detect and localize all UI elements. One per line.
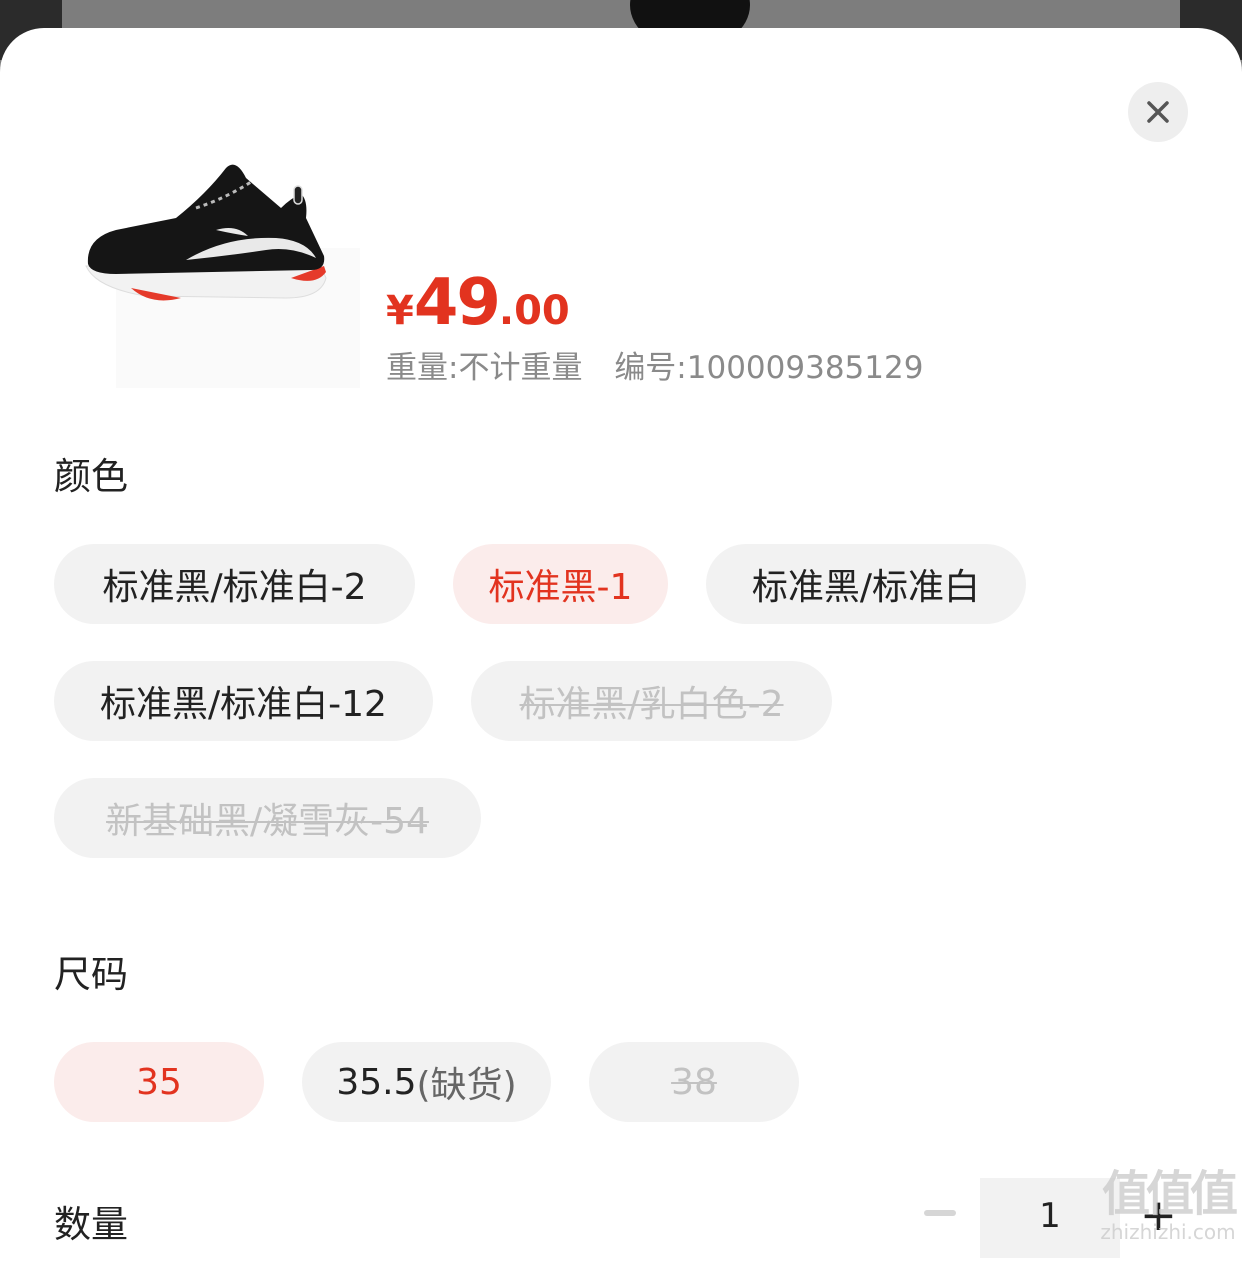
- price-integer: 49: [413, 266, 501, 340]
- color-option[interactable]: 标准黑/标准白-2: [54, 544, 415, 624]
- product-weight: 重量:不计重量: [386, 350, 583, 386]
- minus-icon[interactable]: [924, 1210, 956, 1216]
- watermark-url: zhizhizhi.com: [1100, 1220, 1236, 1244]
- watermark-logo: 值值值: [1101, 1166, 1238, 1222]
- close-icon: [1147, 101, 1169, 123]
- price-decimal: .00: [498, 288, 570, 334]
- size-option-disabled: 38: [589, 1042, 799, 1122]
- product-meta: 重量:不计重量 编号:100009385129: [386, 342, 923, 387]
- size-option[interactable]: 35.5 (缺货): [302, 1042, 551, 1122]
- color-option-disabled: 标准黑/乳白色-2: [471, 661, 832, 741]
- product-thumbnail[interactable]: [76, 138, 360, 388]
- color-option[interactable]: 标准黑/标准白: [706, 544, 1026, 624]
- watermark: 值值值 zhizhizhi.com: [1094, 1170, 1242, 1244]
- size-section-title: 尺码: [54, 953, 128, 996]
- price-currency: ¥: [386, 288, 414, 334]
- quantity-section-title: 数量: [54, 1203, 128, 1246]
- product-sku: 编号:100009385129: [614, 350, 924, 386]
- color-option-selected[interactable]: 标准黑-1: [453, 544, 668, 624]
- close-button[interactable]: [1128, 82, 1188, 142]
- size-option-label: 35.5: [336, 1061, 417, 1103]
- color-option[interactable]: 标准黑/标准白-12: [54, 661, 433, 741]
- product-price: ¥ 49 .00: [386, 266, 570, 340]
- size-option-stock-note: (缺货): [416, 1065, 517, 1106]
- color-option-disabled: 新基础黑/凝雪灰-54: [54, 778, 481, 858]
- size-option-selected[interactable]: 35: [54, 1042, 264, 1122]
- sku-selector-sheet: ¥ 49 .00 重量:不计重量 编号:100009385129 颜色 标准黑/…: [0, 28, 1242, 1288]
- color-section-title: 颜色: [54, 455, 128, 498]
